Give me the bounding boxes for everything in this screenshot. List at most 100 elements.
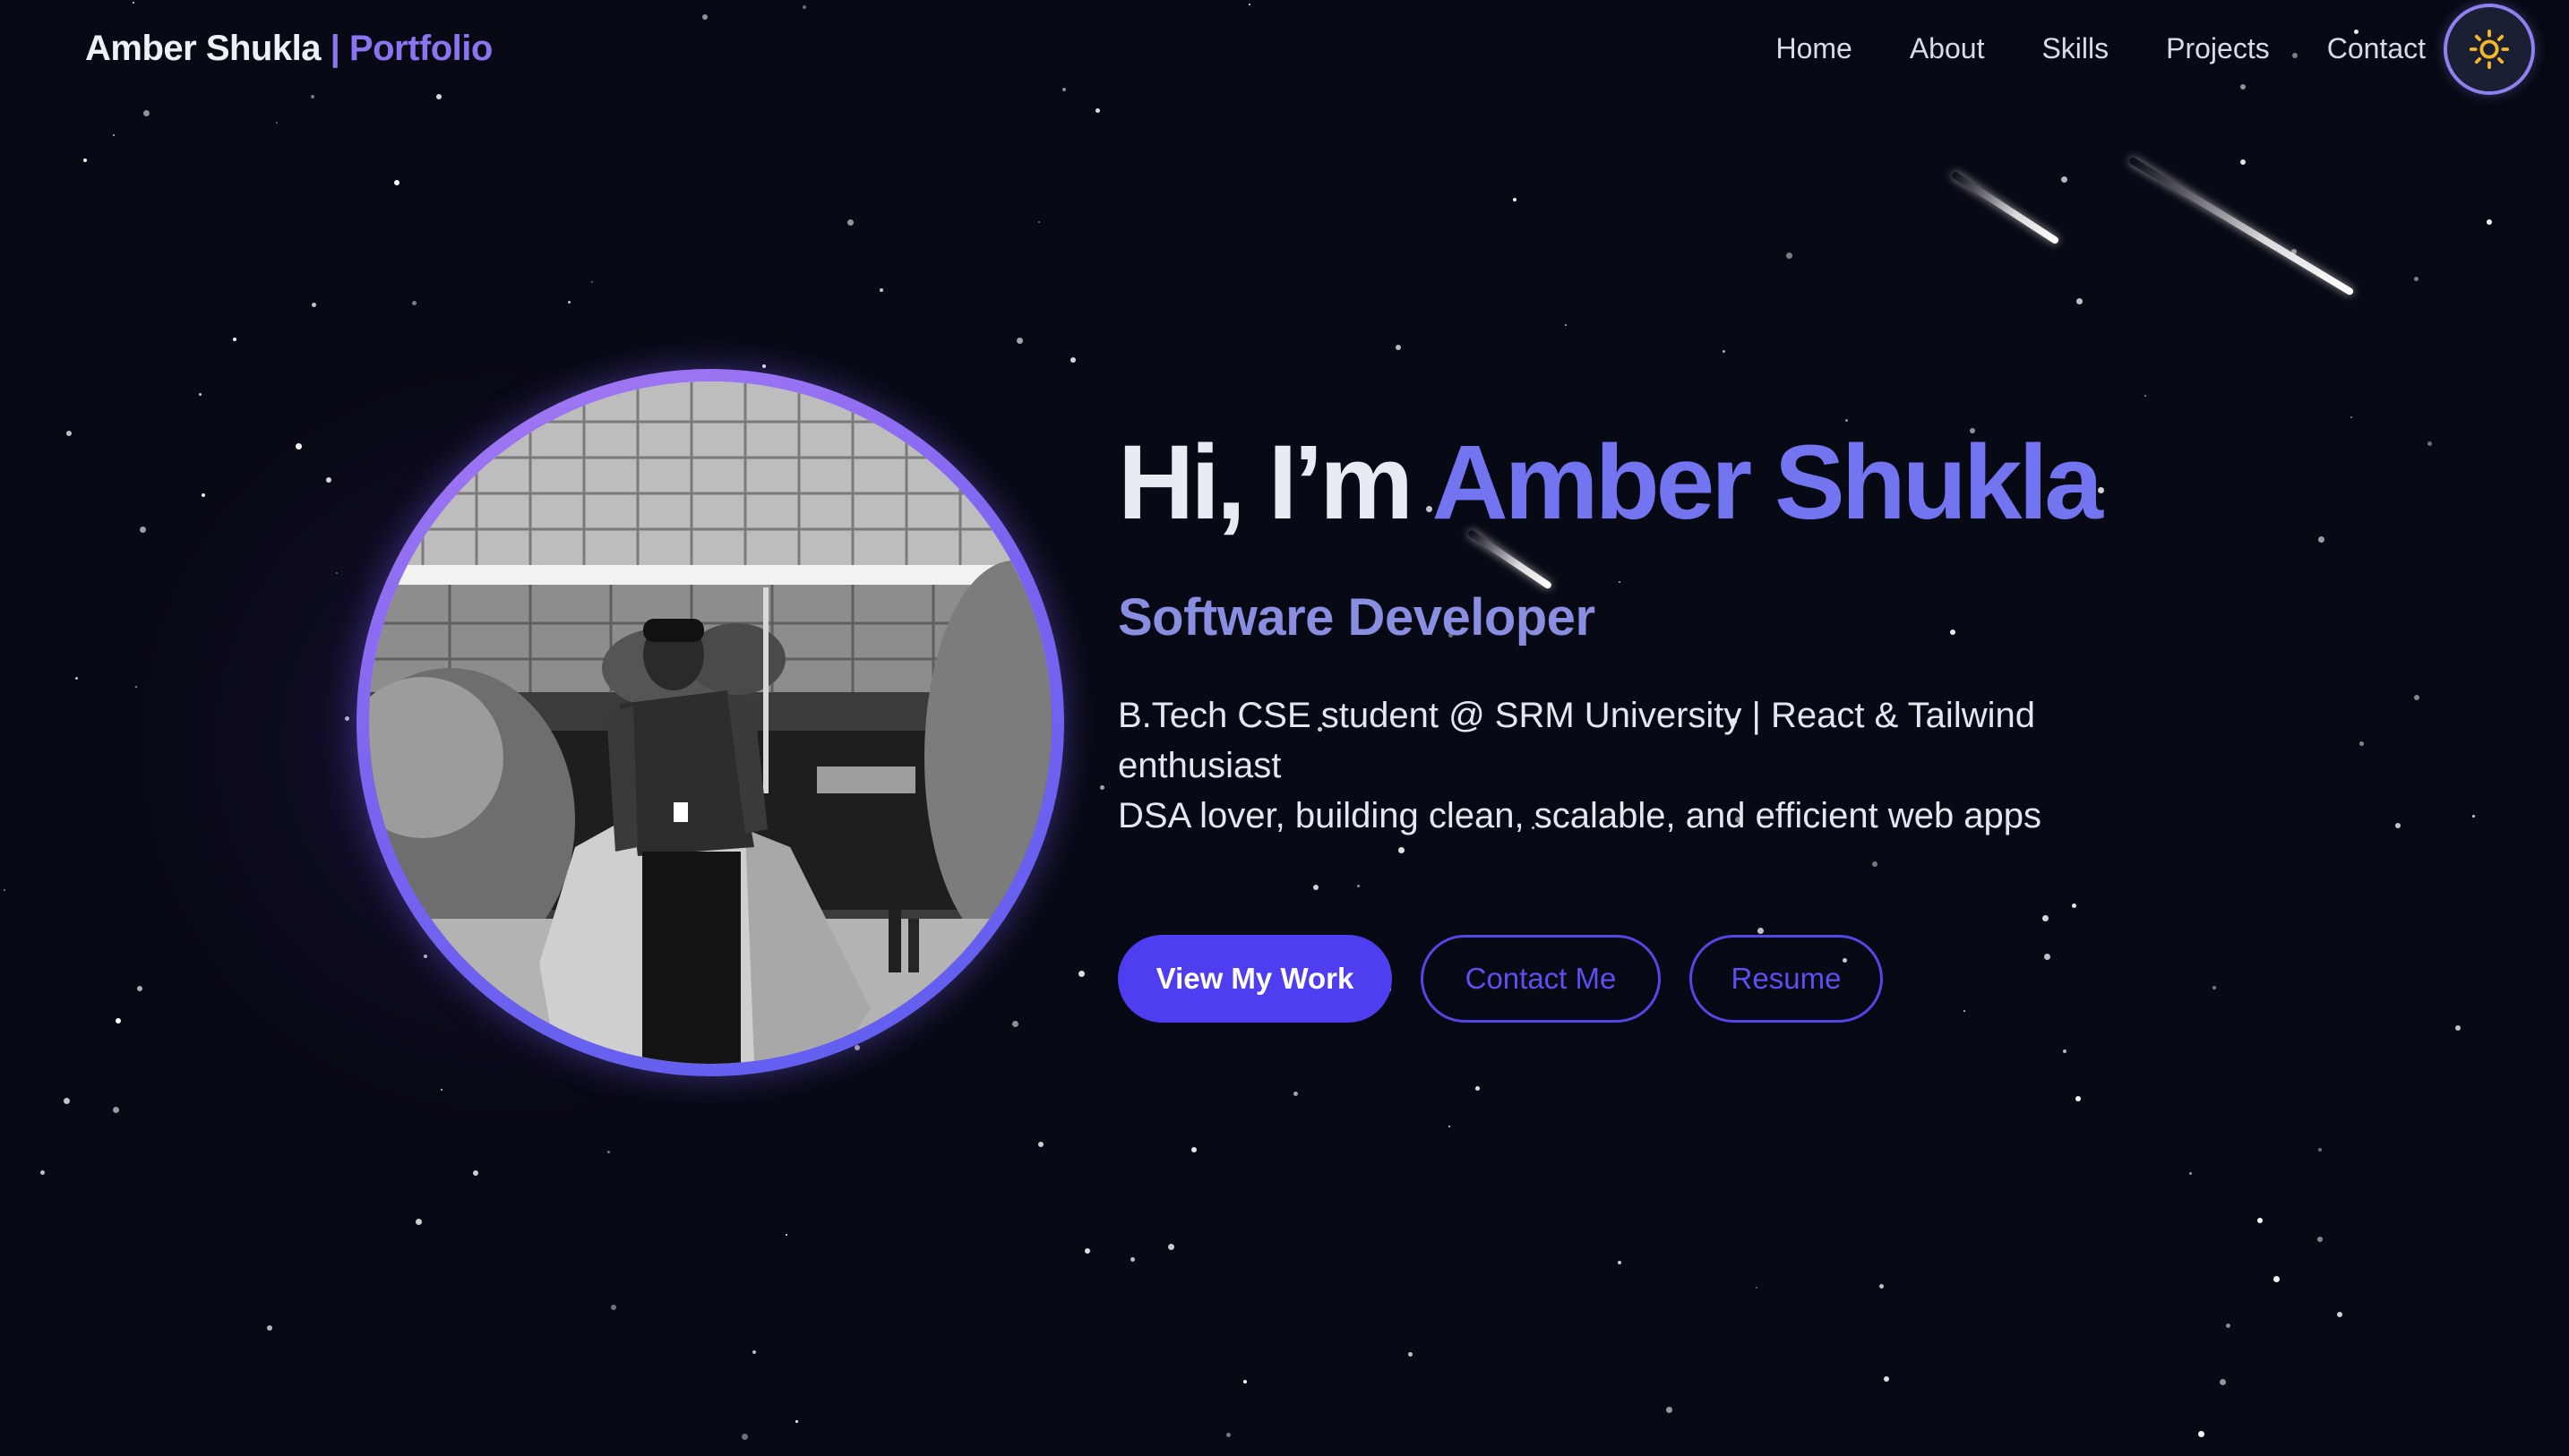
main-nav: Home About Skills Projects Contact <box>1775 32 2426 65</box>
star <box>1168 1244 1174 1250</box>
star <box>1100 785 1104 790</box>
star <box>2226 1323 2230 1328</box>
brand-name: Amber Shukla <box>85 29 321 68</box>
star <box>2337 1312 2342 1317</box>
star <box>312 303 316 307</box>
star <box>752 1350 756 1354</box>
star <box>2318 536 2324 543</box>
site-logo[interactable]: Amber Shukla | Portfolio <box>85 29 493 69</box>
star <box>611 1305 616 1310</box>
shooting-star <box>1950 170 2060 245</box>
nav-home-link[interactable]: Home <box>1775 32 1852 65</box>
star <box>2189 1172 2192 1175</box>
bio-line-2: DSA lover, building clean, scalable, and… <box>1118 796 2042 835</box>
resume-button[interactable]: Resume <box>1689 935 1883 1023</box>
theme-toggle-button[interactable] <box>2444 4 2535 95</box>
star <box>2359 741 2364 746</box>
star <box>742 1434 748 1440</box>
star <box>4 889 5 891</box>
star <box>199 393 202 396</box>
star <box>1038 1142 1044 1147</box>
star <box>2144 395 2146 397</box>
star <box>140 527 146 533</box>
hero-bio: B.Tech CSE student @ SRM University | Re… <box>1118 690 2067 841</box>
star <box>40 1170 45 1175</box>
star <box>803 5 806 9</box>
star <box>847 219 854 226</box>
star <box>1095 108 1100 113</box>
star <box>143 110 150 116</box>
star <box>2455 1025 2461 1031</box>
star <box>2350 416 2352 418</box>
star <box>2072 904 2076 908</box>
star <box>416 1219 422 1225</box>
star <box>1786 253 1792 259</box>
star <box>1012 1021 1018 1027</box>
star <box>2044 954 2050 960</box>
star <box>1078 971 1085 977</box>
star <box>135 686 137 688</box>
star <box>83 158 87 162</box>
star <box>568 301 571 304</box>
nav-about-link[interactable]: About <box>1910 32 1985 65</box>
hero-title: Hi, I’m Amber Shukla <box>1118 430 2103 535</box>
star <box>2318 1148 2322 1152</box>
star <box>326 477 331 483</box>
star <box>1398 847 1405 853</box>
hero-role: Software Developer <box>1118 588 1595 647</box>
star <box>267 1325 272 1331</box>
star <box>786 1234 787 1236</box>
star <box>473 1170 478 1176</box>
star <box>1879 1284 1884 1289</box>
contact-me-button[interactable]: Contact Me <box>1421 935 1661 1023</box>
brand-suffix: Portfolio <box>348 29 493 68</box>
star <box>1845 419 1848 422</box>
star <box>336 572 338 574</box>
star <box>66 431 72 436</box>
nav-contact-link[interactable]: Contact <box>2327 32 2426 65</box>
star <box>795 1420 798 1423</box>
star <box>1872 861 1877 867</box>
star <box>1062 88 1066 91</box>
star <box>1226 1433 1231 1437</box>
star <box>880 288 883 292</box>
star <box>2198 1431 2204 1437</box>
star <box>1085 1248 1090 1254</box>
nav-projects-link[interactable]: Projects <box>2166 32 2270 65</box>
star <box>2427 441 2432 446</box>
bio-line-1: B.Tech CSE student @ SRM University | Re… <box>1118 696 2035 785</box>
star <box>1666 1407 1672 1413</box>
star <box>1357 885 1360 887</box>
star <box>1448 1126 1450 1127</box>
star <box>394 180 400 185</box>
star <box>1475 1086 1480 1091</box>
nav-skills-link[interactable]: Skills <box>2041 32 2109 65</box>
star <box>1723 350 1725 353</box>
star <box>2076 298 2083 304</box>
star <box>1038 221 1040 223</box>
star <box>762 364 766 368</box>
view-my-work-button[interactable]: View My Work <box>1118 935 1392 1023</box>
star <box>1191 1147 1197 1152</box>
star <box>1757 928 1764 934</box>
star <box>436 94 442 99</box>
sun-icon <box>2469 29 2510 70</box>
star <box>2414 695 2419 700</box>
star <box>113 134 115 136</box>
star <box>116 1018 121 1023</box>
star <box>1884 1376 1889 1382</box>
star <box>2075 1096 2081 1101</box>
star <box>233 338 236 341</box>
star <box>2472 815 2475 818</box>
star <box>412 301 417 305</box>
star <box>1963 1010 1965 1012</box>
star <box>2240 159 2246 165</box>
star <box>607 1151 610 1153</box>
star <box>702 14 708 20</box>
star <box>591 281 593 283</box>
star <box>2257 1218 2263 1223</box>
hero-name: Amber Shukla <box>1431 424 2102 542</box>
star <box>2317 1237 2323 1242</box>
star <box>2063 1049 2066 1053</box>
star <box>1396 345 1401 350</box>
